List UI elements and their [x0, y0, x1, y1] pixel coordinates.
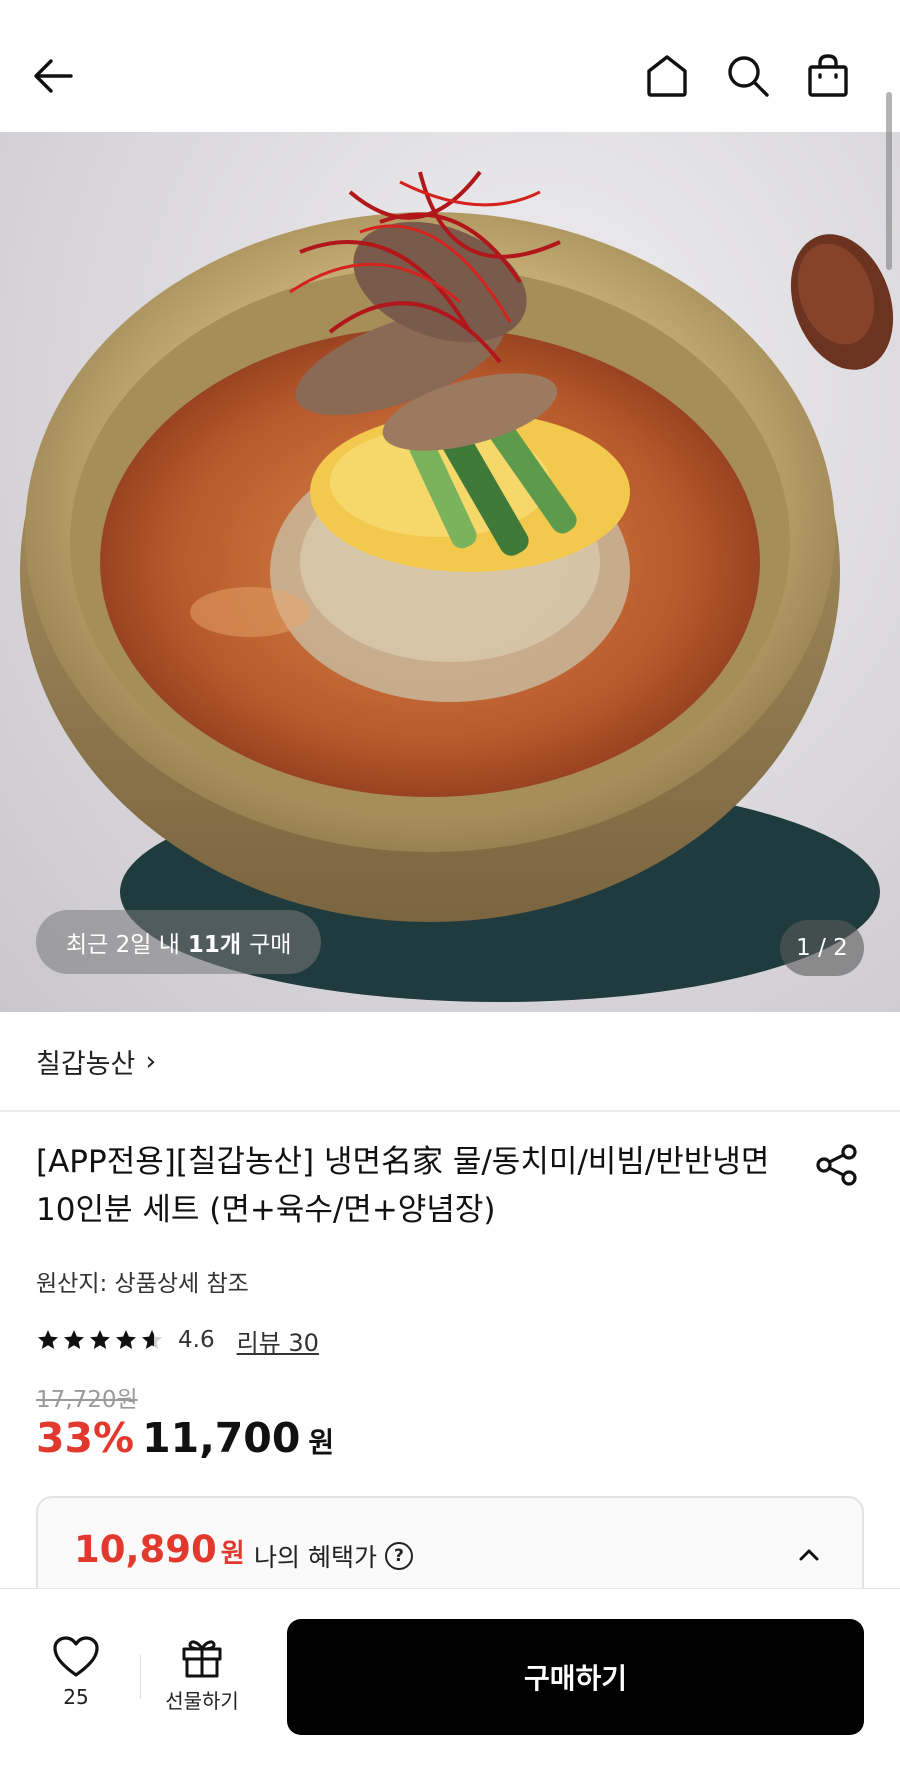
benefit-price: 10,890 원 — [74, 1528, 245, 1571]
share-icon — [816, 1144, 857, 1186]
sale-price: 11,700 — [142, 1414, 301, 1462]
search-button[interactable] — [718, 46, 778, 106]
home-button[interactable] — [637, 46, 697, 106]
naengmyeon-bowl-photo — [20, 170, 894, 1002]
heart-icon — [53, 1636, 99, 1677]
recent-purchase-prefix: 최근 2일 내 — [66, 932, 180, 958]
share-button[interactable] — [812, 1140, 862, 1190]
benefit-label-row: 나의 혜택가 ? — [254, 1538, 413, 1574]
product-title: [APP전용][칠갑농산] 냉면名家 물/동치미/비빔/반반냉면 10인분 세트… — [36, 1144, 770, 1228]
recent-purchase-badge: 최근 2일 내 11개 구매 — [36, 910, 322, 974]
star-icon — [64, 1330, 84, 1349]
discount-rate: 33% — [36, 1414, 135, 1462]
scrollbar[interactable] — [886, 92, 892, 270]
brand-link[interactable]: 칠갑농산 › — [36, 1036, 156, 1086]
search-icon — [728, 56, 769, 97]
star-icon — [90, 1330, 110, 1349]
shopping-bag-icon — [808, 54, 848, 97]
cart-button[interactable] — [798, 46, 858, 106]
origin-info: 원산지: 상품상세 참조 — [36, 1271, 249, 1297]
section-divider — [0, 1110, 900, 1112]
sale-price-unit: 원 — [308, 1426, 335, 1459]
bottom-action-bar: 25 선물하기 구매하기 — [0, 1588, 900, 1782]
benefit-unit: 원 — [220, 1539, 245, 1569]
review-link[interactable]: 리뷰 30 — [237, 1323, 319, 1358]
price-row: 33% 11,700 원 — [36, 1414, 334, 1462]
top-navigation-bar — [0, 0, 900, 132]
rating-row: 4.6 리뷰 30 — [36, 1320, 319, 1360]
gift-icon — [182, 1640, 222, 1678]
star-rating — [36, 1328, 164, 1352]
chevron-up-icon — [799, 1549, 819, 1561]
recent-purchase-suffix: 구매 — [249, 932, 292, 958]
bottom-divider — [140, 1655, 141, 1699]
brand-name: 칠갑농산 — [36, 1048, 136, 1080]
buy-button[interactable]: 구매하기 — [287, 1619, 864, 1735]
gift-label: 선물하기 — [165, 1689, 239, 1713]
chevron-right-icon: › — [145, 1045, 157, 1077]
image-page-indicator: 1 / 2 — [780, 920, 864, 976]
gift-button[interactable]: 선물하기 — [158, 1635, 246, 1725]
collapse-button[interactable] — [794, 1540, 824, 1570]
star-icon — [38, 1330, 58, 1349]
rating-value: 4.6 — [178, 1327, 215, 1353]
home-icon — [647, 55, 687, 97]
back-button[interactable] — [24, 46, 84, 106]
like-button[interactable]: 25 — [40, 1635, 112, 1725]
benefit-label: 나의 혜택가 — [254, 1543, 377, 1572]
star-icon — [142, 1330, 162, 1349]
star-icon — [116, 1330, 136, 1349]
arrow-left-icon — [34, 59, 73, 93]
like-count: 25 — [63, 1685, 89, 1709]
product-image[interactable] — [0, 132, 900, 1012]
original-price: 17,720원 — [36, 1387, 138, 1413]
benefit-amount: 10,890 — [74, 1528, 217, 1571]
recent-purchase-count: 11개 — [187, 932, 242, 958]
help-icon[interactable]: ? — [384, 1542, 413, 1570]
